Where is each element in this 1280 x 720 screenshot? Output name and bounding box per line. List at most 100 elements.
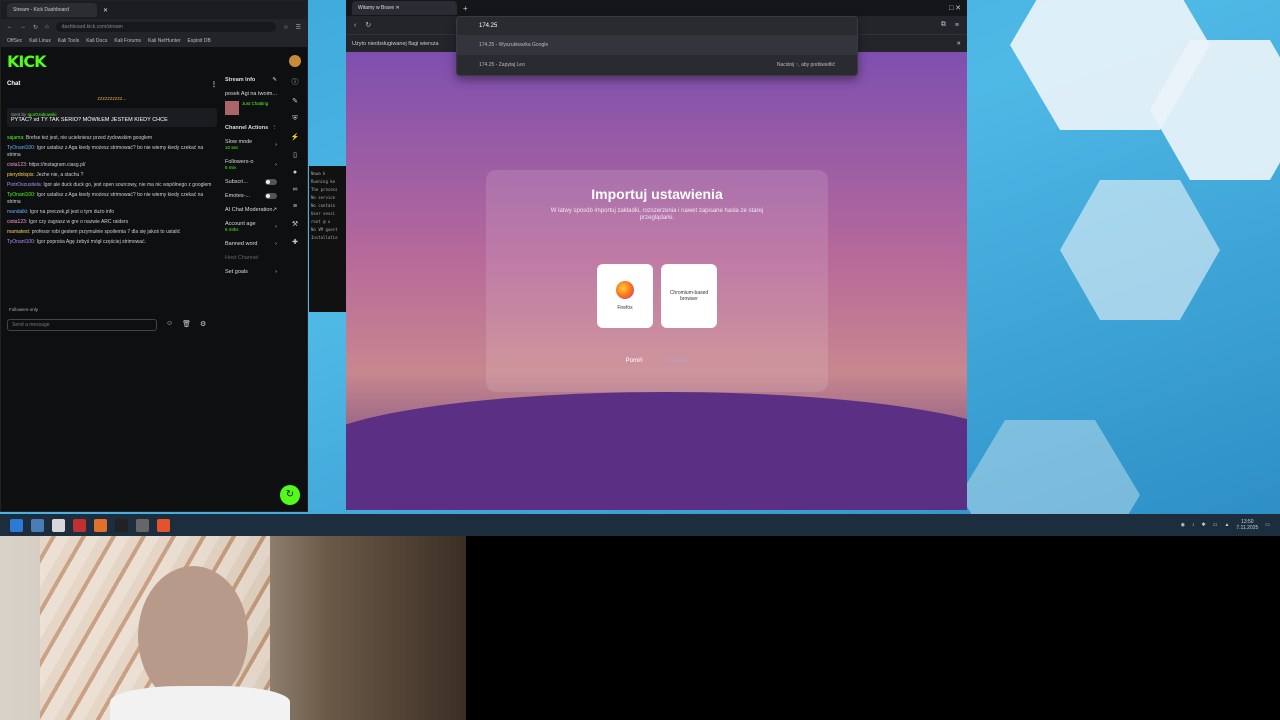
more-icon[interactable]: ⋮ [211, 81, 217, 88]
extensions-icon[interactable]: ⧉ [941, 21, 946, 29]
close-icon[interactable]: ✕ [956, 35, 961, 53]
kali-menu-icon[interactable] [10, 518, 23, 532]
tab-kick-dashboard[interactable]: Stream - Kick Dashboard [7, 3, 97, 17]
edit-icon[interactable]: ✎ [272, 77, 277, 83]
avatar[interactable] [289, 55, 301, 67]
terminal-icon[interactable] [115, 518, 128, 532]
bookmark-kali-linux[interactable]: Kali Linux [29, 38, 51, 44]
chat-message[interactable]: TyOnanl100: Igor poprośa Agę żebyś mógł … [7, 239, 217, 246]
host-channel-row[interactable]: Host Channel [225, 255, 279, 261]
chat-username[interactable]: sajama: [7, 135, 25, 141]
chat-message[interactable]: TyOnanl100: Igor ustalisz z Aga kiedy mo… [7, 145, 217, 159]
refresh-fab-button[interactable]: ↻ [280, 485, 300, 505]
chat-username[interactable]: TyOnanl100: [7, 239, 35, 245]
import-button[interactable]: Importuj [667, 358, 689, 364]
account-age-row[interactable]: Account age 6 mths › [225, 221, 279, 233]
followers-row[interactable]: Followers-o 6 min › [225, 159, 279, 171]
bookmark-offsec[interactable]: OffSec [7, 38, 22, 44]
chat-username[interactable]: ciota123: [7, 162, 27, 168]
phone-icon[interactable]: ▯ [293, 151, 297, 159]
emoji-icon[interactable]: ☺ [166, 320, 173, 328]
pinned-message[interactable]: Sent by IgorGrabowski PYTAC? xd TY TAK S… [7, 108, 217, 127]
arrow-up-icon[interactable]: ▲ [1224, 522, 1229, 528]
chat-username[interactable]: mandalki: [7, 209, 28, 215]
tab-welcome-brave[interactable]: Witamy w Brave ✕ [352, 1, 457, 15]
desktop-icon[interactable] [31, 518, 44, 532]
chat-username[interactable]: PiotrOszusitela: [7, 182, 42, 188]
suggestion-leo[interactable]: 174.25 - Zapytaj Leo Naciśnij ↑, aby podś… [457, 55, 857, 75]
notification-icon[interactable]: ▭ [1213, 522, 1218, 528]
chat-bubble-icon[interactable]: ● [293, 169, 297, 176]
link-icon[interactable]: ∞ [293, 186, 298, 193]
files-icon[interactable] [52, 518, 65, 532]
ai-moderation-row[interactable]: AI Chat Moderation ↗ [225, 207, 279, 213]
option-chromium[interactable]: Chromium-based browser [661, 264, 717, 328]
chat-username[interactable]: pierydolspis: [7, 172, 35, 178]
home-icon[interactable]: ⌂ [45, 24, 49, 30]
back-icon[interactable]: ← [7, 24, 13, 30]
set-goals-row[interactable]: Set goals › [225, 269, 279, 275]
bookmark-kali-tools[interactable]: Kali Tools [58, 38, 79, 44]
reload-icon[interactable]: ↻ [33, 24, 38, 31]
back-icon[interactable]: ‹ [354, 22, 356, 29]
more-icon[interactable]: ⋮ [272, 125, 278, 131]
forward-icon[interactable]: → [20, 24, 26, 30]
chat-message[interactable]: mandalki: Igor na preczek,pl jest o tym … [7, 209, 217, 216]
chat-message[interactable]: mamatest: profesor robi gestem przymułni… [7, 229, 217, 236]
shield-icon[interactable]: ⛨ [292, 115, 297, 123]
subscribers-toggle[interactable] [265, 179, 277, 185]
emotes-row[interactable]: Emotes-... [225, 193, 279, 199]
kick-logo[interactable]: KICK [7, 52, 46, 71]
gear-icon[interactable]: ⚙ [200, 320, 206, 328]
chat-message[interactable]: ciota123: https://instagram.ciasg.pl/ [7, 162, 217, 169]
obs-icon[interactable] [136, 518, 149, 532]
maximize-icon[interactable]: □ [949, 5, 953, 12]
menu-icon[interactable]: ≡ [955, 22, 959, 29]
bookmark-exploit-db[interactable]: Exploit DB [188, 38, 211, 44]
terminal-window[interactable]: Nowa k Running ke The process No service… [309, 166, 349, 312]
banned-words-row[interactable]: Banned word › [225, 241, 279, 247]
skip-button[interactable]: Pomiń [626, 358, 643, 364]
bookmark-kali-nethunter[interactable]: Kali NetHunter [148, 38, 181, 44]
chat-message[interactable]: sajama: Brefse też jest, nie uciekniesz … [7, 135, 217, 142]
url-bar[interactable]: dashboard.kick.com/stream [55, 22, 277, 32]
info-icon[interactable]: ⓘ [292, 77, 299, 87]
chat-message[interactable]: ciota123: Igor czy zagrasz w gre o nazwi… [7, 219, 217, 226]
star-icon[interactable]: ☆ [283, 24, 288, 31]
close-icon[interactable]: ✕ [103, 7, 108, 14]
show-desktop-icon[interactable]: ▭ [1265, 522, 1270, 528]
bluetooth-icon[interactable]: ✱ [1202, 522, 1206, 528]
menu-icon[interactable]: ☰ [296, 24, 301, 31]
option-firefox[interactable]: Firefox [597, 264, 653, 328]
chat-message[interactable]: pierydolspis: Jezhe nie, a stachu ? [7, 172, 217, 179]
chat-username[interactable]: mamatest: [7, 229, 30, 235]
new-tab-icon[interactable]: + [463, 4, 468, 13]
firefox-icon[interactable] [94, 518, 107, 532]
puzzle-icon[interactable]: ✚ [292, 238, 298, 246]
wrench-icon[interactable]: ⚒ [292, 220, 298, 228]
app-icon[interactable] [73, 518, 86, 532]
reload-icon[interactable]: ↻ [365, 21, 371, 29]
bookmark-kali-forums[interactable]: Kali Forums [114, 38, 141, 44]
pencil-icon[interactable]: ✎ [292, 97, 298, 105]
subscribers-row[interactable]: Subscri... [225, 179, 279, 185]
list-icon[interactable]: ≡ [293, 203, 297, 210]
volume-icon[interactable]: ♪ [1192, 522, 1195, 528]
network-icon[interactable]: ◉ [1181, 522, 1185, 528]
clock[interactable]: 13:50 7.11.2025 [1236, 519, 1258, 531]
bolt-icon[interactable]: ⚡ [291, 133, 300, 141]
emotes-toggle[interactable] [265, 193, 277, 199]
chat-username[interactable]: ciota123: [7, 219, 27, 225]
trash-icon[interactable]: 🗑 [182, 320, 191, 328]
bookmark-kali-docs[interactable]: Kali Docs [86, 38, 107, 44]
chat-message[interactable]: TyOnanl100: Igor ustalisz z Aga kiedy mo… [7, 192, 217, 206]
brave-icon[interactable] [157, 518, 170, 532]
slow-mode-row[interactable]: Slow mode 10 sec › [225, 139, 279, 151]
chat-username[interactable]: TyOnanl100: [7, 192, 35, 198]
stream-info-header[interactable]: Stream Info ✎ [225, 77, 279, 83]
suggestion-google[interactable]: 174.25 - Wyszukiwarka Google [457, 35, 857, 55]
omnibox-input[interactable]: 174.25 [457, 17, 857, 35]
chat-username[interactable]: TyOnanl100: [7, 145, 35, 151]
chat-input[interactable]: Send a message [7, 319, 157, 331]
chat-message[interactable]: PiotrOszusitela: Igor ale duck duck go, … [7, 182, 217, 189]
